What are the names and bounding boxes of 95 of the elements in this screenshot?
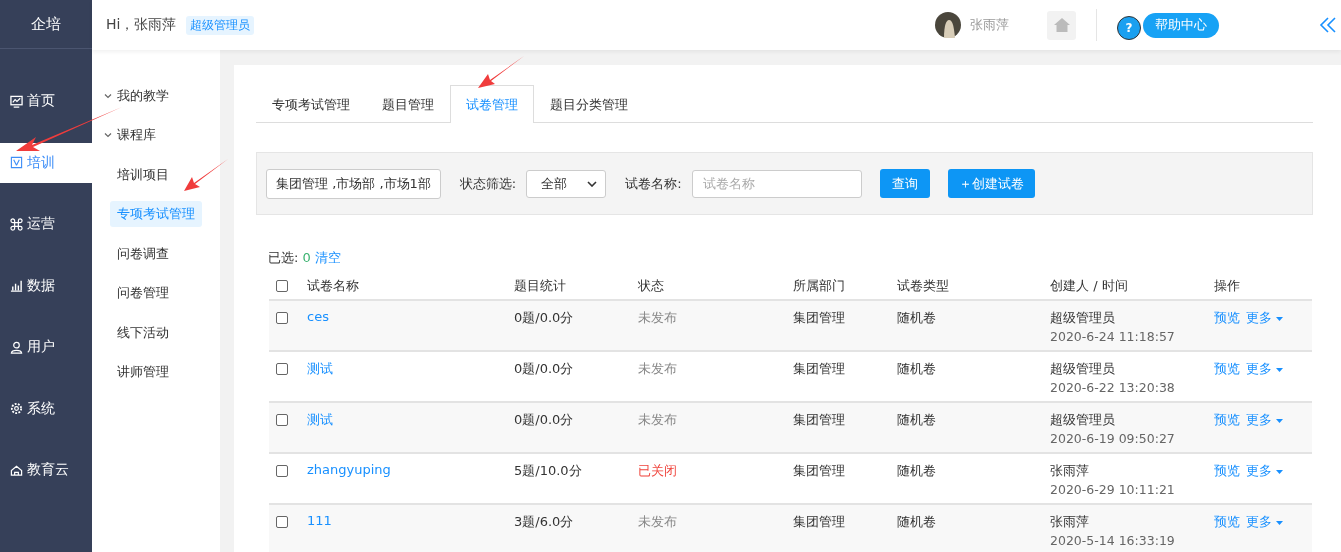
more-dropdown[interactable]: 更多: [1246, 463, 1284, 478]
nav-item[interactable]: 运营: [0, 204, 92, 244]
question-stats: 0题/0.0分: [514, 310, 574, 325]
create-paper-button[interactable]: ＋创建试卷: [947, 169, 1035, 198]
column-header: 状态: [638, 273, 793, 300]
name-filter-label: 试卷名称:: [625, 174, 682, 193]
nav-item[interactable]: 首页: [0, 81, 92, 121]
tab[interactable]: 试卷管理: [450, 85, 534, 123]
column-header: 所属部门: [793, 273, 897, 300]
department-field[interactable]: 集团管理 ,市场部 ,市场1部: [266, 168, 441, 199]
preview-link[interactable]: 预览: [1214, 310, 1240, 325]
paper-name-link[interactable]: 测试: [307, 412, 333, 427]
menu-item[interactable]: 专项考试管理: [110, 201, 202, 228]
paper-type-text: 随机卷: [897, 463, 936, 478]
paper-name-link[interactable]: ces: [307, 309, 329, 324]
status-text: 未发布: [638, 514, 677, 529]
user-name: 张雨萍: [970, 16, 1009, 34]
nav-label: 运营: [27, 215, 55, 233]
department-text: 集团管理: [793, 463, 845, 478]
creator-name: 超级管理员: [1050, 360, 1116, 378]
nav-label: 用户: [27, 338, 55, 356]
status-text: 未发布: [638, 310, 677, 325]
paper-type-text: 随机卷: [897, 514, 936, 529]
menu-group[interactable]: 我的教学: [92, 76, 220, 116]
selected-label: 已选:: [268, 250, 299, 265]
tab[interactable]: 专项考试管理: [256, 86, 366, 123]
created-time: 2020-6-24 11:18:57: [1050, 329, 1176, 344]
created-time: 2020-5-14 16:33:19: [1050, 533, 1176, 548]
department-text: 集团管理: [793, 412, 845, 427]
question-stats: 3题/6.0分: [514, 514, 574, 529]
tab[interactable]: 题目管理: [366, 86, 450, 123]
column-header: 试卷名称: [307, 273, 514, 300]
menu-item[interactable]: 线下活动: [110, 319, 176, 346]
nav-label: 数据: [27, 276, 55, 295]
nav-item[interactable]: 教育云: [0, 450, 92, 490]
status-text: 已关闭: [638, 463, 677, 478]
more-dropdown[interactable]: 更多: [1246, 310, 1284, 325]
column-header: 操作: [1214, 273, 1312, 300]
status-text: 未发布: [638, 361, 677, 376]
creator-name: 张雨萍: [1050, 462, 1090, 480]
creator-name: 超级管理员: [1050, 309, 1116, 327]
help-center-button[interactable]: 帮助中心: [1143, 12, 1219, 38]
help-question-button[interactable]: ?: [1117, 16, 1141, 40]
paper-name-link[interactable]: 测试: [307, 361, 333, 376]
menu-group[interactable]: 课程库: [92, 115, 220, 155]
department-text: 集团管理: [793, 514, 845, 529]
creator-name: 张雨萍: [1050, 513, 1090, 531]
menu-item[interactable]: 问卷调查: [110, 240, 176, 267]
tab[interactable]: 题目分类管理: [534, 86, 644, 123]
paper-name-link[interactable]: zhangyuping: [307, 462, 391, 477]
selected-count: 0: [302, 250, 311, 265]
column-header: 创建人 / 时间: [1050, 273, 1214, 300]
paper-type-text: 随机卷: [897, 310, 936, 325]
paper-type-text: 随机卷: [897, 412, 936, 427]
department-text: 集团管理: [793, 310, 845, 325]
nav-item[interactable]: 系统: [0, 388, 92, 429]
created-time: 2020-6-29 10:11:21: [1050, 482, 1176, 497]
question-stats: 5题/10.0分: [514, 463, 582, 478]
nav-label: 培训: [27, 153, 55, 172]
menu-item[interactable]: 讲师管理: [110, 359, 176, 386]
column-header: 试卷类型: [897, 273, 1050, 300]
created-time: 2020-6-22 13:20:38: [1050, 380, 1176, 395]
role-badge: 超级管理员: [186, 15, 255, 35]
status-text: 未发布: [638, 412, 677, 427]
creator-name: 超级管理员: [1050, 411, 1116, 429]
nav-label: 首页: [27, 92, 55, 110]
question-stats: 0题/0.0分: [514, 412, 574, 427]
query-button[interactable]: 查询: [879, 169, 930, 198]
preview-link[interactable]: 预览: [1214, 412, 1240, 427]
menu-item[interactable]: 问卷管理: [110, 280, 176, 307]
paper-type-text: 随机卷: [897, 361, 936, 376]
nav-item[interactable]: 数据: [0, 265, 92, 306]
greeting-text: Hi，张雨萍: [106, 16, 177, 34]
nav-label: 教育云: [27, 461, 69, 479]
department-text: 集团管理: [793, 361, 845, 376]
created-time: 2020-6-19 09:50:27: [1050, 431, 1176, 446]
preview-link[interactable]: 预览: [1214, 361, 1240, 376]
nav-item[interactable]: 用户: [0, 327, 92, 367]
nav-label: 系统: [27, 399, 55, 418]
more-dropdown[interactable]: 更多: [1246, 361, 1284, 376]
status-filter-label: 状态筛选:: [459, 174, 517, 193]
nav-item[interactable]: 培训: [0, 142, 92, 183]
paper-name-link[interactable]: 111: [307, 513, 332, 528]
status-dropdown[interactable]: 全部: [526, 169, 607, 198]
name-search-field[interactable]: 试卷名称: [691, 169, 862, 198]
more-dropdown[interactable]: 更多: [1246, 412, 1284, 427]
menu-group-label: 我的教学: [117, 86, 169, 105]
menu-item[interactable]: 培训项目: [110, 161, 176, 188]
preview-link[interactable]: 预览: [1214, 463, 1240, 478]
menu-group-label: 课程库: [117, 126, 156, 145]
more-dropdown[interactable]: 更多: [1246, 514, 1284, 529]
question-stats: 0题/0.0分: [514, 361, 574, 376]
clear-link[interactable]: 清空: [314, 250, 341, 265]
preview-link[interactable]: 预览: [1214, 514, 1240, 529]
column-header: 题目统计: [514, 273, 638, 300]
